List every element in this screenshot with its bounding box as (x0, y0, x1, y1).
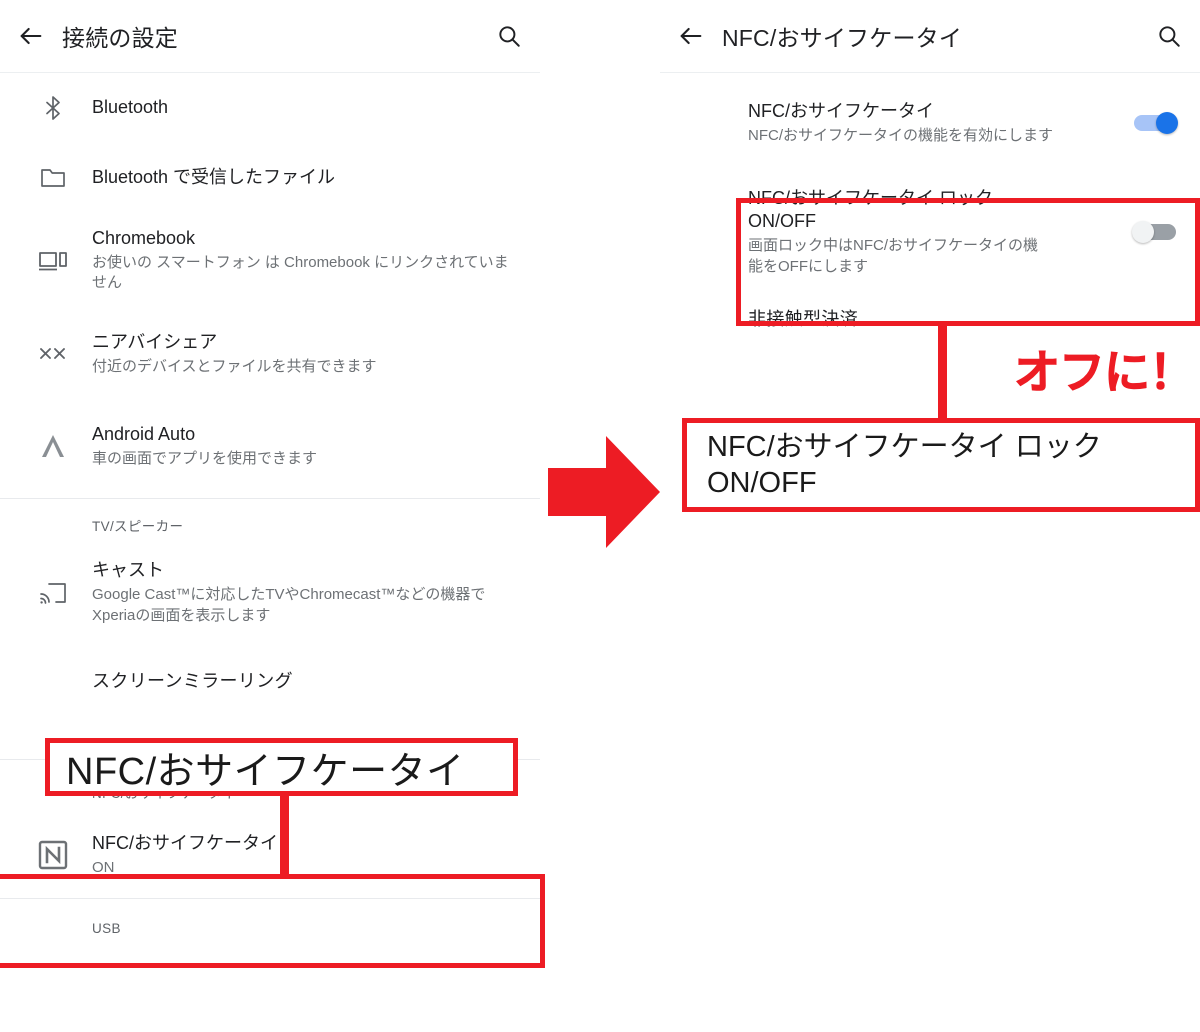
list-item-label: キャスト (92, 560, 164, 581)
right-arrow-icon (548, 428, 660, 556)
toggle-nfc-main[interactable] (1132, 112, 1178, 134)
toggle-thumb (1156, 112, 1178, 134)
folder-icon (14, 167, 92, 189)
list-item-chromebook[interactable]: Chromebook お使いの スマートフォン は Chromebook にリン… (0, 213, 540, 308)
right-appbar: NFC/おサイフケータイ (660, 0, 1200, 73)
connector-line-left (280, 793, 289, 877)
list-item-android-auto[interactable]: Android Auto 車の画面でアプリを使用できます (0, 400, 540, 492)
highlight-box-nfc-row (0, 874, 545, 968)
cast-icon (14, 581, 92, 605)
section-header-tv-speaker: TV/スピーカー (0, 499, 540, 545)
list-item-bluetooth[interactable]: Bluetooth (0, 73, 540, 143)
back-arrow-icon[interactable] (0, 22, 62, 50)
list-item-label: Android Auto (92, 423, 196, 444)
list-item-subtitle: 付近のデバイスとファイルを共有できます (92, 357, 377, 375)
list-item-cast[interactable]: キャスト Google Cast™に対応したTVやChromecast™などの機… (0, 545, 540, 641)
list-item-label: ニアバイシェア (92, 331, 218, 352)
annotation-shout-off: オフに！ (1014, 346, 1196, 399)
list-item-nearby-share[interactable]: ニアバイシェア 付近のデバイスとファイルを共有できます (0, 308, 540, 400)
section-header-screen-mirroring: スクリーンミラーリング (0, 641, 540, 699)
callout-left-nfc-label: NFC/おサイフケータイ (45, 738, 518, 796)
setting-subtitle: NFC/おサイフケータイの機能を有効にします (748, 126, 1053, 144)
list-item-label: NFC/おサイフケータイ (92, 832, 278, 853)
search-icon[interactable] (1138, 23, 1200, 49)
list-item-label: Chromebook (92, 227, 196, 248)
list-item-subtitle: お使いの スマートフォン は Chromebook にリンクされていません (92, 253, 509, 292)
page-title: NFC/おサイフケータイ (722, 25, 963, 51)
highlight-box-nfc-lock-row (736, 198, 1200, 326)
list-item-label: Bluetooth (92, 97, 169, 118)
list-item-subtitle: Google Cast™に対応したTVやChromecast™などの機器でXpe… (92, 586, 486, 624)
callout-text: NFC/おサイフケータイ (66, 750, 465, 793)
callout-text: NFC/おサイフケータイ ロック ON/OFF (707, 430, 1102, 499)
setting-title: NFC/おサイフケータイ (748, 100, 934, 121)
android-auto-icon (14, 433, 92, 459)
left-appbar: 接続の設定 (0, 0, 540, 73)
list-item-label: Bluetooth で受信したファイル (92, 167, 336, 188)
back-arrow-icon[interactable] (660, 22, 722, 50)
search-icon[interactable] (478, 23, 540, 49)
setting-row-nfc-main[interactable]: NFC/おサイフケータイ NFC/おサイフケータイの機能を有効にします (660, 73, 1200, 173)
nfc-icon (14, 840, 92, 870)
chromebook-icon (14, 249, 92, 273)
callout-right-nfc-lock-label: NFC/おサイフケータイ ロック ON/OFF (682, 418, 1200, 512)
bluetooth-icon (14, 95, 92, 121)
right-phone-screen: NFC/おサイフケータイ NFC/おサイフケータイ NFC/おサイフケータイの機… (660, 0, 1200, 1032)
connector-line-right (938, 323, 947, 423)
list-item-bluetooth-files[interactable]: Bluetooth で受信したファイル (0, 143, 540, 213)
page-title: 接続の設定 (62, 25, 178, 51)
list-item-subtitle: 車の画面でアプリを使用できます (92, 449, 318, 467)
nearby-share-icon (14, 344, 92, 364)
